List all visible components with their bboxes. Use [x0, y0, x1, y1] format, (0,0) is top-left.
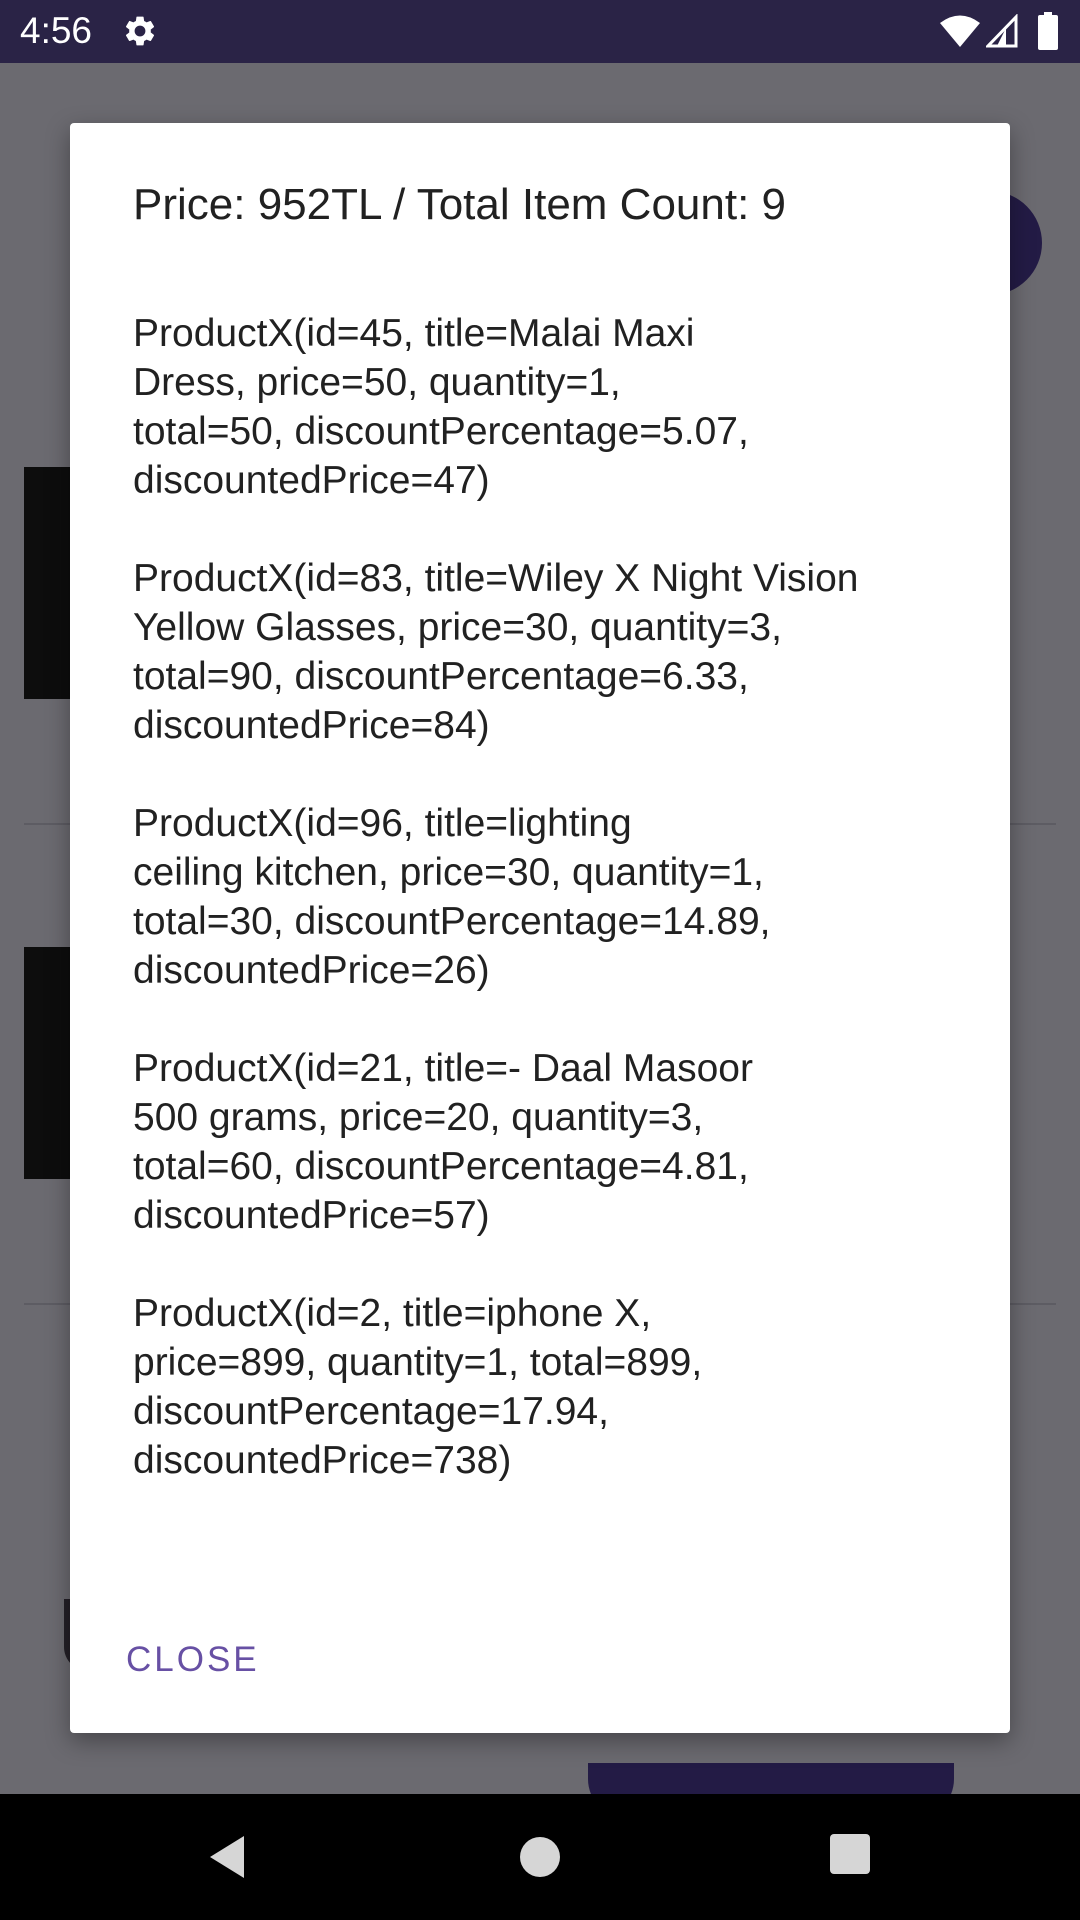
- product-entry: ProductX(id=2, title=iphone X, price=899…: [133, 1292, 703, 1482]
- navigation-bar: [0, 1794, 1080, 1920]
- signal-icon: [986, 14, 1018, 48]
- dialog-message: ProductX(id=45, title=Malai Maxi Dress, …: [133, 309, 953, 1534]
- status-bar: 4:56: [0, 0, 1080, 63]
- recents-icon[interactable]: [830, 1834, 870, 1874]
- home-icon[interactable]: [520, 1837, 560, 1877]
- product-entry: ProductX(id=96, title=lighting ceiling k…: [133, 802, 771, 992]
- product-entry: ProductX(id=83, title=Wiley X Night Visi…: [133, 557, 859, 747]
- cart-dialog: Price: 952TL / Total Item Count: 9 Produ…: [70, 123, 1010, 1733]
- product-entry: ProductX(id=45, title=Malai Maxi Dress, …: [133, 312, 749, 502]
- wifi-icon: [940, 15, 980, 47]
- close-button[interactable]: CLOSE: [106, 1625, 280, 1695]
- battery-icon: [1038, 12, 1058, 50]
- gear-icon: [125, 16, 155, 46]
- product-entry: ProductX(id=21, title=- Daal Masoor 500 …: [133, 1047, 753, 1237]
- status-time: 4:56: [20, 10, 93, 51]
- back-icon[interactable]: [204, 1832, 254, 1882]
- dialog-title: Price: 952TL / Total Item Count: 9: [133, 180, 786, 229]
